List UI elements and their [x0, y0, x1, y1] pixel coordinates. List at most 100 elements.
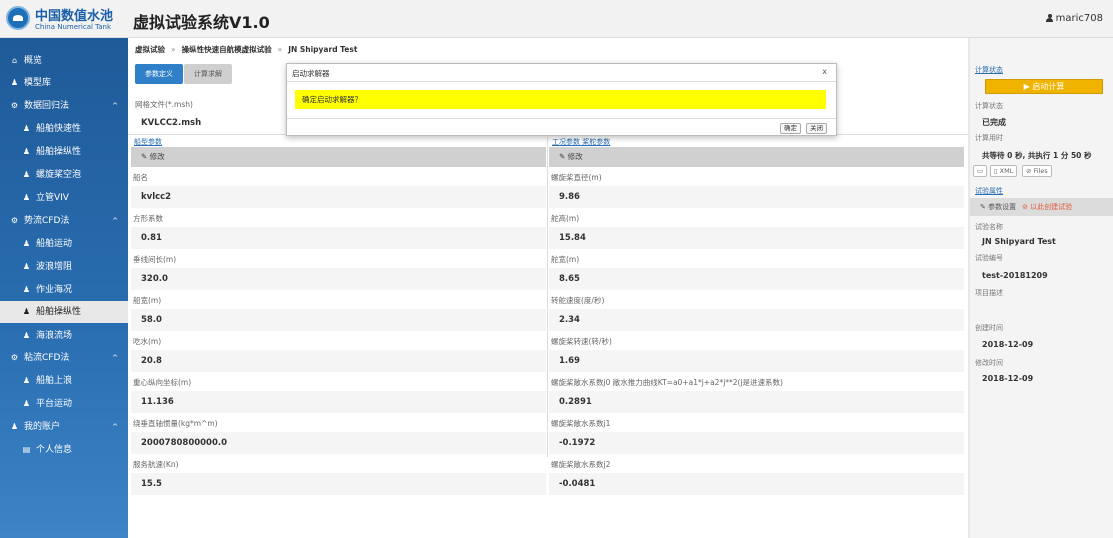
sidebar-item-cavitation[interactable]: ♟ 螺旋桨空泡: [0, 164, 128, 186]
copy-icon: ⊘: [1022, 203, 1031, 211]
field-label: 船宽(m): [133, 296, 162, 305]
user-menu[interactable]: maric708: [1045, 13, 1103, 24]
time-label: 计算用时: [975, 134, 1003, 142]
dialog-header: 启动求解器 x: [287, 64, 836, 82]
sidebar-item-potential-cfd[interactable]: ⚙ 势流CFD法 ^: [0, 210, 128, 232]
field-label: 船名: [133, 173, 148, 182]
chevron-up-icon: ^: [112, 217, 118, 225]
sidebar-item-sea-state[interactable]: ♟ 作业海况: [0, 279, 128, 301]
edit-ship-params-button[interactable]: ✎ 修改: [131, 147, 546, 167]
close-icon[interactable]: x: [822, 67, 827, 76]
start-solver-dialog: 启动求解器 x 确定启动求解器？ 确定 关闭: [286, 63, 837, 136]
gear-icon: ⚙: [10, 353, 19, 362]
edit-operating-params-button[interactable]: ✎ 修改: [549, 147, 964, 167]
breadcrumb-item-virtual-test[interactable]: 虚拟试验: [135, 45, 165, 54]
file-icon: ▯: [994, 167, 998, 175]
monitor-button[interactable]: ▭: [973, 165, 988, 177]
mesh-file-value: KVLCC2.msh: [141, 118, 202, 128]
user-icon: ♟: [22, 285, 31, 294]
status-value: 已完成: [982, 118, 1006, 127]
sidebar-item-overview[interactable]: ⌂ 概览: [0, 50, 128, 72]
sidebar-item-viscous-cfd[interactable]: ⚙ 粘流CFD法 ^: [0, 347, 128, 369]
field-value: 0.2891: [549, 391, 964, 413]
breadcrumb: 虚拟试验» 操纵性快速自航模虚拟试验» JN Shipyard Test: [135, 45, 358, 54]
test-name-value: JN Shipyard Test: [982, 237, 1056, 246]
tab-parameter-definition[interactable]: 参数定义: [135, 64, 183, 84]
logo-emblem-icon: [6, 6, 30, 30]
field-label: 服务航速(Kn): [133, 460, 179, 469]
sidebar-item-model-library[interactable]: ♟ 模型库: [0, 72, 128, 94]
sidebar-item-wave-resistance[interactable]: ♟ 波浪增阻: [0, 256, 128, 278]
dialog-footer: 确定 关闭: [287, 118, 836, 136]
time-value: 共等待 0 秒, 共执行 1 分 50 秒: [982, 151, 1092, 160]
compute-status-section-title[interactable]: 计算状态: [975, 65, 1003, 75]
right-panel: 计算状态 ▶ 启动计算 计算状态 已完成 计算用时 共等待 0 秒, 共执行 1…: [970, 38, 1113, 538]
gear-icon: ⚙: [10, 216, 19, 225]
field-value: 320.0: [131, 268, 546, 290]
id-card-icon: ▤: [22, 445, 31, 454]
user-icon: ♟: [22, 124, 31, 133]
field-value: 2000780800000.0: [131, 432, 546, 454]
top-header: 中国数值水池 China Numerical Tank 虚拟试验系统V1.0 m…: [0, 0, 1113, 38]
sidebar-item-regression[interactable]: ⚙ 数据回归法 ^: [0, 95, 128, 117]
create-test-button[interactable]: ⊘ 以此创建试验: [1022, 203, 1072, 211]
field-value: 8.65: [549, 268, 964, 290]
user-icon: ♟: [10, 78, 19, 87]
field-value: -0.1972: [549, 432, 964, 454]
field-label: 螺旋桨敞水系数j0 敞水推力曲线KT=a0+a1*j+a2*j**2(j是进速系…: [551, 378, 783, 387]
param-settings-button[interactable]: ✎ 参数设置: [980, 203, 1016, 211]
test-no-value: test-20181209: [982, 271, 1048, 280]
dialog-message: 确定启动求解器？: [295, 90, 826, 109]
logo[interactable]: 中国数值水池 China Numerical Tank: [6, 4, 124, 34]
ship-params-header[interactable]: 船型参数: [131, 137, 546, 147]
user-icon: [1045, 14, 1053, 22]
field-value: 11.136: [131, 391, 546, 413]
field-value: 2.34: [549, 309, 964, 331]
link-icon: ⊘: [1026, 167, 1032, 175]
sidebar-item-maneuver-2[interactable]: ♟ 船舶操纵性: [0, 301, 128, 323]
sidebar-item-maneuver-1[interactable]: ♟ 船舶操纵性: [0, 141, 128, 163]
field-value: kvlcc2: [131, 186, 546, 208]
tab-compute-solve[interactable]: 计算求解: [184, 64, 232, 84]
created-value: 2018-12-09: [982, 340, 1034, 349]
operating-params-header[interactable]: 工况参数 桨舵参数: [549, 137, 964, 147]
sidebar-item-my-account[interactable]: ♟ 我的账户 ^: [0, 416, 128, 438]
xml-button[interactable]: ▯ XML: [990, 165, 1018, 177]
user-icon: ♟: [22, 307, 31, 316]
sidebar-item-wave-field[interactable]: ♟ 海浪流场: [0, 325, 128, 347]
user-icon: ♟: [22, 399, 31, 408]
user-icon: ♟: [22, 331, 31, 340]
confirm-button[interactable]: 确定: [780, 123, 801, 134]
field-label: 螺旋桨直径(m): [551, 173, 602, 182]
test-no-label: 试验编号: [975, 254, 1003, 262]
field-value: 1.69: [549, 350, 964, 372]
close-button[interactable]: 关闭: [806, 123, 827, 134]
breadcrumb-item-current: JN Shipyard Test: [288, 45, 358, 54]
sidebar-item-profile[interactable]: ▤ 个人信息: [0, 439, 128, 461]
field-label: 重心纵向坐标(m): [133, 378, 192, 387]
sidebar-item-viv[interactable]: ♟ 立管VIV: [0, 187, 128, 209]
username: maric708: [1055, 13, 1103, 24]
field-value: 15.84: [549, 227, 964, 249]
sidebar-item-platform-motion[interactable]: ♟ 平台运动: [0, 393, 128, 415]
chevron-up-icon: ^: [112, 423, 118, 431]
sidebar-item-green-water[interactable]: ♟ 船舶上浪: [0, 370, 128, 392]
field-label: 舵宽(m): [551, 255, 580, 264]
files-button[interactable]: ⊘ Files: [1022, 165, 1052, 177]
start-compute-button[interactable]: ▶ 启动计算: [985, 79, 1103, 94]
status-label: 计算状态: [975, 102, 1003, 110]
field-label: 转舵速度(度/秒): [551, 296, 605, 305]
breadcrumb-item-maneuver-test[interactable]: 操纵性快速自航模虚拟试验: [182, 45, 272, 54]
user-icon: ♟: [22, 193, 31, 202]
sidebar-item-ship-motion[interactable]: ♟ 船舶运动: [0, 233, 128, 255]
sidebar-item-speed[interactable]: ♟ 船舶快速性: [0, 118, 128, 140]
field-label: 螺旋桨转速(转/秒): [551, 337, 612, 346]
test-attributes-section-title[interactable]: 试验属性: [975, 186, 1003, 196]
modified-label: 修改时间: [975, 359, 1003, 367]
user-icon: ♟: [22, 147, 31, 156]
param-action-bar: ✎ 参数设置 ⊘ 以此创建试验: [970, 198, 1113, 216]
user-icon: ♟: [10, 422, 19, 431]
field-value: 15.5: [131, 473, 546, 495]
edit-icon: ✎: [141, 152, 150, 161]
monitor-icon: ▭: [977, 167, 984, 175]
